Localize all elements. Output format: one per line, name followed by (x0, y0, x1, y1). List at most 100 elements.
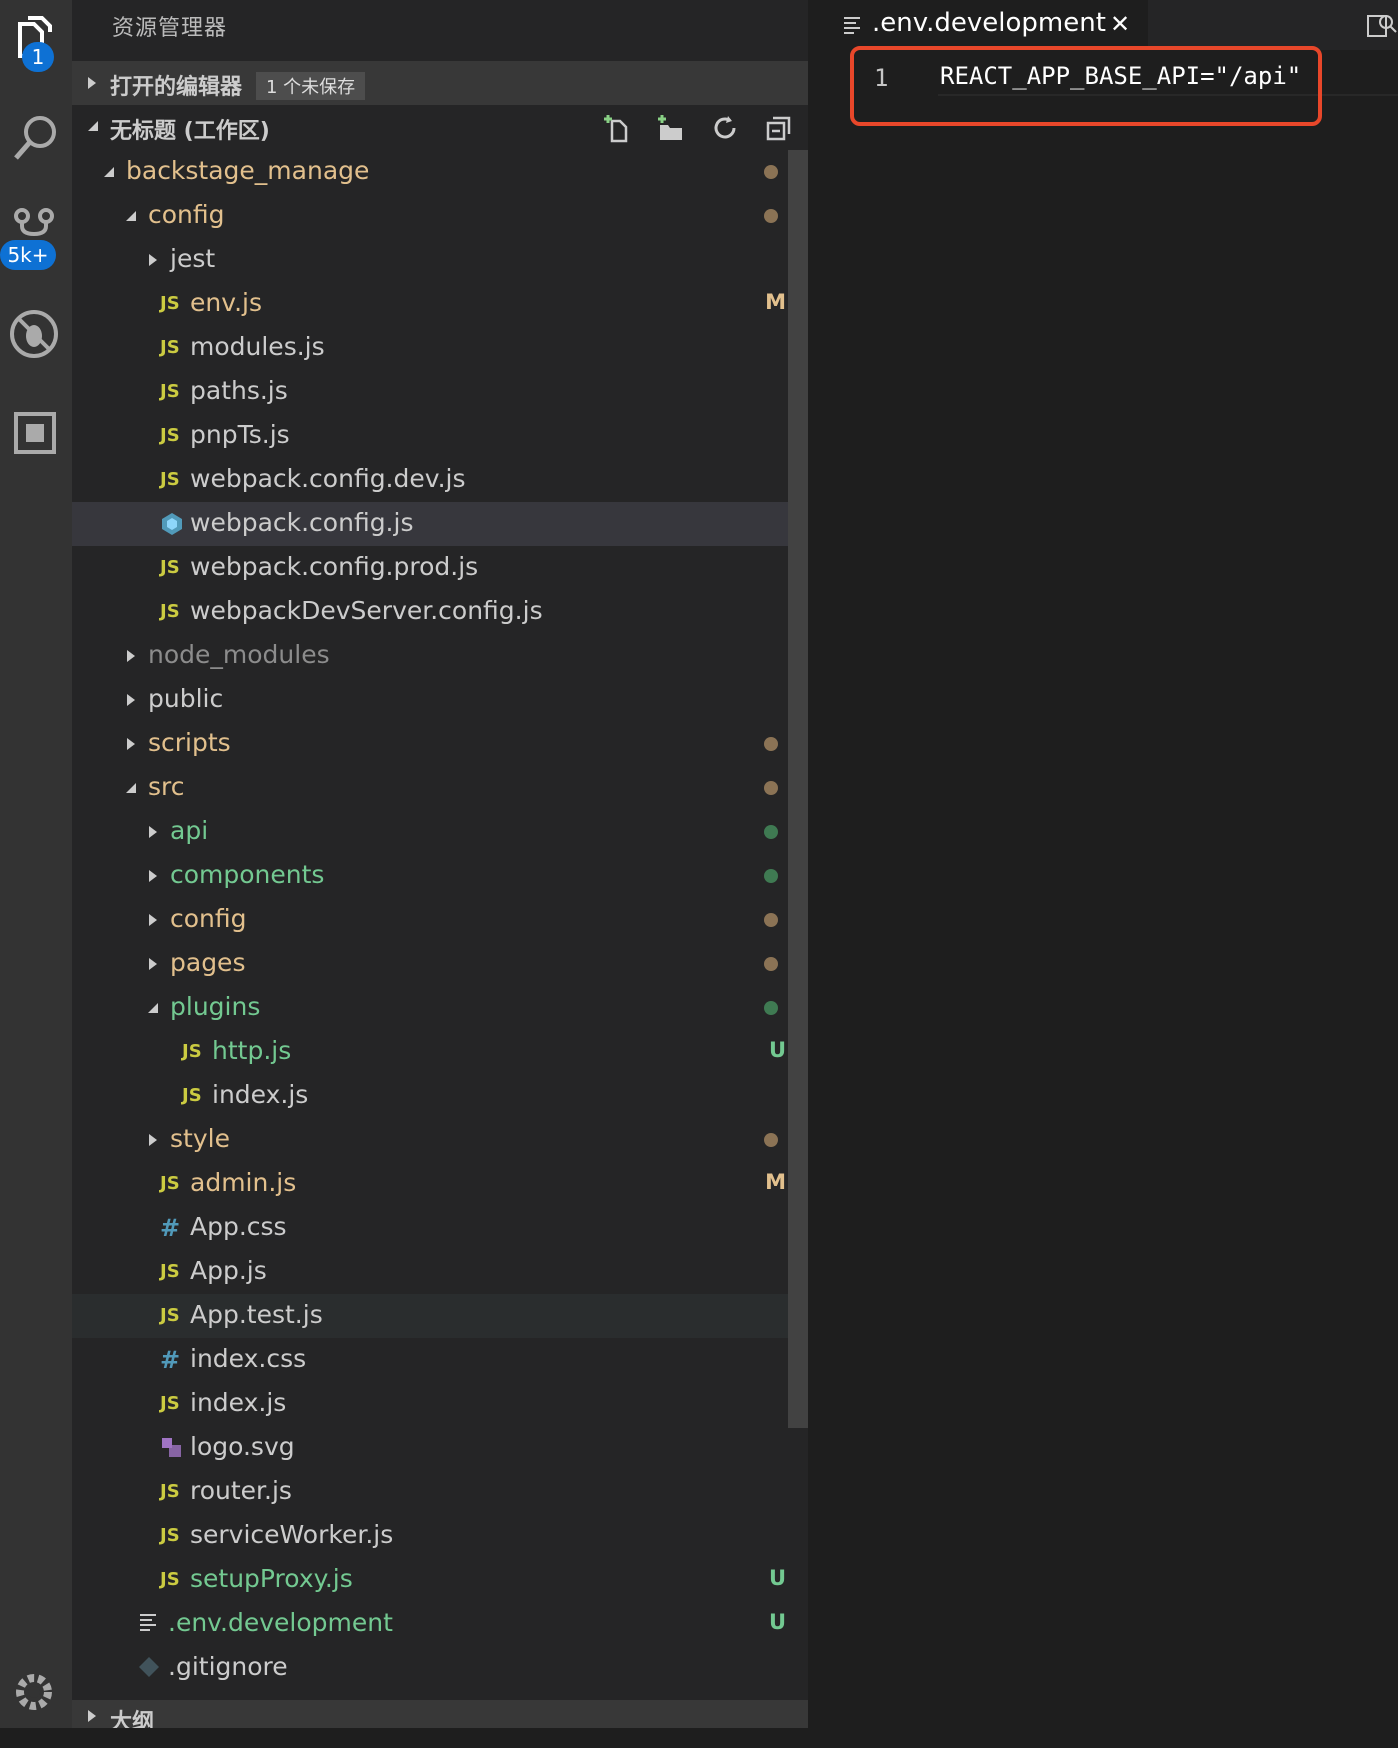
tree-item-label: setupProxy.js (190, 1564, 353, 1593)
tree-item-label: App.test.js (190, 1300, 323, 1329)
tree-item-label: config (170, 904, 247, 933)
outline-section[interactable]: 大纲 (72, 1700, 808, 1728)
tree-file[interactable]: JS webpack.config.prod.js (72, 546, 808, 590)
tree-folder[interactable]: pages (72, 942, 808, 986)
git-status-badge: U (768, 1038, 786, 1062)
tree-folder[interactable]: node_modules (72, 634, 808, 678)
js-file-icon: JS (160, 1525, 180, 1546)
js-file-icon: JS (160, 601, 180, 622)
chevron-right-icon (88, 77, 96, 89)
tree-folder[interactable]: public (72, 678, 808, 722)
tree-item-label: logo.svg (190, 1432, 295, 1461)
tree-folder[interactable]: jest (72, 238, 808, 282)
tree-file[interactable]: JS pnpTs.js (72, 414, 808, 458)
js-file-icon: JS (160, 381, 180, 402)
js-file-icon: JS (182, 1085, 202, 1106)
tree-item-label: .env.development (168, 1608, 393, 1637)
tree-file[interactable]: JS webpack.config.dev.js (72, 458, 808, 502)
tree-item-label: webpackDevServer.config.js (190, 596, 543, 625)
tree-item-label: api (170, 816, 209, 845)
tree-item-label: router.js (190, 1476, 292, 1505)
explorer-badge: 1 (22, 42, 54, 72)
explorer-icon[interactable]: 1 (0, 14, 72, 94)
text-file-icon (844, 17, 860, 34)
git-status-dot (764, 869, 778, 883)
tree-file[interactable]: JS modules.js (72, 326, 808, 370)
tree-file[interactable]: .gitignore (72, 1646, 808, 1690)
tree-file[interactable]: webpack.config.js (72, 502, 808, 546)
outline-label: 大纲 (110, 1710, 155, 1728)
collapse-all-icon[interactable] (762, 111, 796, 145)
tree-item-label: paths.js (190, 376, 288, 405)
tree-item-label: node_modules (148, 640, 330, 669)
tree-item-label: webpack.config.js (190, 508, 414, 537)
tree-folder[interactable]: config (72, 194, 808, 238)
new-file-icon[interactable] (600, 111, 634, 145)
tree-item-label: src (148, 772, 185, 801)
js-file-icon: JS (160, 293, 180, 314)
close-icon[interactable]: ✕ (1110, 10, 1130, 38)
tree-file[interactable]: JS App.js (72, 1250, 808, 1294)
tree-file[interactable]: JS env.js M (72, 282, 808, 326)
open-editors-section[interactable]: 打开的编辑器 1 个未保存 (72, 61, 808, 105)
tree-folder[interactable]: backstage_manage (72, 150, 808, 194)
chevron-right-icon (149, 870, 157, 882)
tree-folder[interactable]: src (72, 766, 808, 810)
tree-file[interactable]: JS serviceWorker.js (72, 1514, 808, 1558)
tree-folder[interactable]: api (72, 810, 808, 854)
chevron-right-icon (149, 254, 157, 266)
tree-file[interactable]: JS index.js (72, 1382, 808, 1426)
tree-item-label: webpack.config.dev.js (190, 464, 466, 493)
js-file-icon: JS (160, 1393, 180, 1414)
scm-badge: 5k+ (0, 240, 56, 270)
tree-file[interactable]: JS setupProxy.js U (72, 1558, 808, 1602)
js-file-icon: JS (160, 557, 180, 578)
refresh-icon[interactable] (708, 111, 742, 145)
tree-file[interactable]: .env.development U (72, 1602, 808, 1646)
gear-icon[interactable] (0, 1668, 72, 1748)
tree-folder[interactable]: scripts (72, 722, 808, 766)
git-status-dot (764, 1133, 778, 1147)
git-status-badge: U (768, 1610, 786, 1634)
open-preview-icon[interactable] (1362, 8, 1398, 44)
workspace-section[interactable]: 无标题 (工作区) (72, 105, 808, 149)
tree-folder[interactable]: components (72, 854, 808, 898)
new-folder-icon[interactable] (654, 111, 688, 145)
tree-file[interactable]: logo.svg (72, 1426, 808, 1470)
git-status-badge: U (768, 1566, 786, 1590)
source-control-icon[interactable]: 5k+ (0, 206, 72, 286)
tree-file[interactable]: JS App.test.js (72, 1294, 808, 1338)
sidebar-title: 资源管理器 (112, 16, 228, 41)
chevron-right-icon (127, 694, 135, 706)
tree-folder[interactable]: style (72, 1118, 808, 1162)
chevron-right-icon (88, 1710, 96, 1722)
js-file-icon: JS (182, 1041, 202, 1062)
git-status-dot (764, 781, 778, 795)
workspace-label: 无标题 (工作区) (110, 119, 270, 144)
chevron-right-icon (127, 650, 135, 662)
tab-env-development[interactable]: .env.development ✕ (808, 0, 1148, 50)
tree-folder[interactable]: config (72, 898, 808, 942)
tree-file[interactable]: JS admin.js M (72, 1162, 808, 1206)
sidebar-scrollbar[interactable] (788, 150, 808, 1428)
tree-file[interactable]: # App.css (72, 1206, 808, 1250)
extensions-icon[interactable] (0, 410, 72, 490)
tree-file[interactable]: JS http.js U (72, 1030, 808, 1074)
tree-item-label: webpack.config.prod.js (190, 552, 479, 581)
tree-item-label: pnpTs.js (190, 420, 290, 449)
tree-file[interactable]: JS index.js (72, 1074, 808, 1118)
tab-label: .env.development (872, 8, 1106, 38)
webpack-icon (160, 512, 186, 536)
tree-item-label: components (170, 860, 325, 889)
tree-file[interactable]: JS webpackDevServer.config.js (72, 590, 808, 634)
tree-item-label: style (170, 1124, 230, 1153)
search-icon[interactable] (0, 112, 72, 192)
explorer-sidebar: 资源管理器 打开的编辑器 1 个未保存 无标题 (工作区) backstage_… (72, 0, 808, 1728)
tree-file[interactable]: # index.css (72, 1338, 808, 1382)
git-status-dot (764, 737, 778, 751)
debug-icon[interactable] (0, 306, 72, 386)
tree-folder[interactable]: plugins (72, 986, 808, 1030)
git-status-dot (764, 1001, 778, 1015)
tree-file[interactable]: JS router.js (72, 1470, 808, 1514)
tree-file[interactable]: JS paths.js (72, 370, 808, 414)
